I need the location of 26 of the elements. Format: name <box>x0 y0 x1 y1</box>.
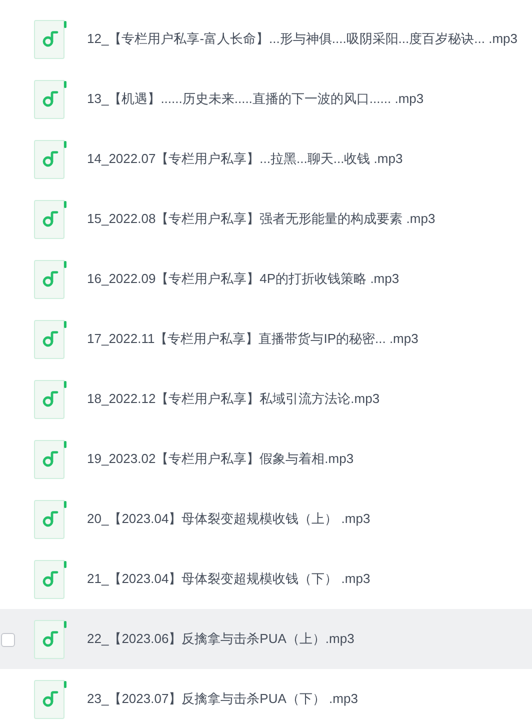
audio-file-icon <box>34 680 67 718</box>
file-name[interactable]: 16_2022.09【专栏用户私享】4P的打折收钱策略 .mp3 <box>87 269 400 289</box>
file-name[interactable]: 21_【2023.04】母体裂变超规模收钱（下） .mp3 <box>87 569 370 589</box>
file-name[interactable]: 13_【机遇】......历史未来.....直播的下一波的风口...... .mp3 <box>87 89 424 109</box>
audio-file-icon <box>34 20 67 58</box>
file-name[interactable]: 23_【2023.07】反擒拿与击杀PUA（下） .mp3 <box>87 689 358 709</box>
file-name[interactable]: 17_2022.11【专栏用户私享】直播带货与IP的秘密... .mp3 <box>87 329 418 349</box>
audio-file-icon <box>34 320 67 358</box>
audio-file-icon <box>34 200 67 238</box>
audio-file-icon <box>34 560 67 598</box>
checkbox[interactable] <box>1 633 15 647</box>
file-name[interactable]: 19_2023.02【专栏用户私享】假象与着相.mp3 <box>87 449 354 469</box>
file-name[interactable]: 12_【专栏用户私享-富人长命】...形与神俱....吸阴采阳...度百岁秘诀... .mp3 <box>87 29 518 49</box>
audio-file-icon <box>34 140 67 178</box>
audio-file-icon <box>34 260 67 298</box>
file-name[interactable]: 15_2022.08【专栏用户私享】强者无形能量的构成要素 .mp3 <box>87 209 436 229</box>
file-name[interactable]: 22_【2023.06】反擒拿与击杀PUA（上）.mp3 <box>87 629 354 649</box>
file-name[interactable]: 18_2022.12【专栏用户私享】私域引流方法论.mp3 <box>87 389 380 409</box>
file-name[interactable]: 20_【2023.04】母体裂变超规模收钱（上） .mp3 <box>87 509 370 529</box>
file-name[interactable]: 14_2022.07【专栏用户私享】...拉黑...聊天...收钱 .mp3 <box>87 149 403 169</box>
file-row[interactable]: 22_【2023.06】反擒拿与击杀PUA（上）.mp3 <box>0 609 532 669</box>
audio-file-icon <box>34 500 67 538</box>
audio-file-icon <box>34 620 67 658</box>
audio-file-icon <box>34 440 67 478</box>
audio-file-icon <box>34 380 67 418</box>
audio-file-icon <box>34 80 67 118</box>
